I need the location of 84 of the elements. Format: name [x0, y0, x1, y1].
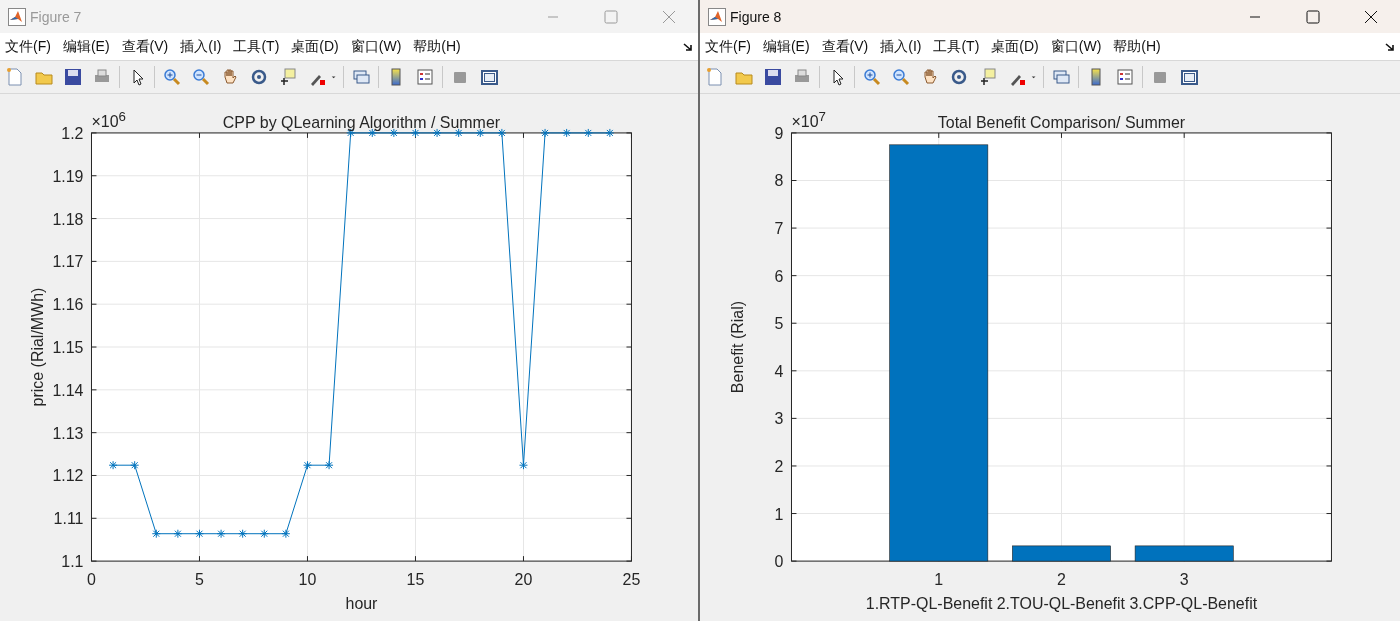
maximize-icon: [604, 9, 618, 24]
maximize-icon: [1306, 9, 1320, 24]
tick-label: 0: [87, 571, 96, 589]
tick-label: 5: [195, 571, 204, 589]
dock-arrow-icon[interactable]: [1384, 40, 1396, 53]
app-logo-icon: [708, 7, 726, 26]
tick-label: 1.2: [61, 124, 84, 142]
y-axis-label: price (Rial/MWh): [28, 287, 46, 407]
axis-exponent: ×10$^{7}$: [791, 108, 826, 132]
tick-label: 20: [514, 571, 533, 589]
tick-label: 1.15: [52, 339, 84, 356]
menu-item[interactable]: 桌面(D): [290, 37, 340, 56]
tick-label: 1.17: [52, 253, 84, 271]
tick-label: 1.14: [52, 381, 84, 399]
tick-label: 2: [1057, 571, 1066, 589]
tick-label: 15: [406, 571, 425, 589]
tick-label: 0: [774, 553, 784, 571]
tick-label: 1: [774, 505, 784, 523]
menu-item[interactable]: 编辑(E): [61, 37, 111, 56]
chart-title: Total Benefit Comparison/ Summer: [937, 113, 1186, 131]
window-title: Figure 8: [730, 8, 783, 25]
x-axis-label: hour: [345, 595, 378, 612]
tick-label: 5: [774, 315, 784, 333]
dock-arrow-icon[interactable]: [682, 40, 694, 53]
tick-label: 3: [774, 410, 784, 428]
tick-label: 1.11: [53, 510, 84, 528]
x-axis-label: 1.RTP-QL-Benefit 2.TOU-QL-Benefit 3.CPP-QL-Benefit: [865, 595, 1258, 612]
data-point: [151, 529, 161, 539]
data-point: [195, 529, 204, 539]
data-point: [454, 128, 464, 138]
menu-item[interactable]: 插入(I): [879, 37, 923, 56]
menu-item[interactable]: 帮助(H): [412, 37, 462, 56]
menu-item[interactable]: 窗口(W): [349, 37, 403, 56]
menu-item[interactable]: 文件(F): [704, 37, 752, 56]
menu-item[interactable]: 帮助(H): [1112, 37, 1162, 56]
tick-label: 1.18: [52, 210, 84, 228]
tick-label: 1.1: [61, 553, 84, 571]
chart-title: CPP by QLearning Algorithm / Summer: [222, 113, 501, 131]
axis-exponent: ×10$^{6}$: [91, 108, 126, 132]
tick-label: 1.16: [52, 296, 84, 314]
tick-label: 2: [774, 457, 784, 475]
data-point: [475, 128, 485, 138]
tick-label: 7: [774, 220, 784, 238]
data-point: [303, 460, 312, 470]
data-point: [540, 128, 550, 138]
y-axis-label: Benefit (Rial): [728, 300, 746, 394]
tick-label: 25: [622, 571, 641, 589]
menu-item[interactable]: 查看(V): [120, 37, 170, 56]
tick-label: 3: [1179, 571, 1189, 589]
data-point: [259, 529, 269, 539]
data-point: [432, 128, 442, 138]
menu-item[interactable]: 工具(T): [232, 37, 281, 56]
tick-label: 8: [774, 172, 784, 190]
tick-label: 4: [774, 362, 784, 380]
close-icon: [662, 9, 676, 24]
menu-item[interactable]: 编辑(E): [761, 37, 811, 56]
data-point: [173, 529, 183, 539]
tick-label: 10: [298, 571, 317, 589]
tick-label: 1.12: [52, 467, 84, 485]
data-point: [519, 460, 528, 470]
data-point: [281, 529, 291, 539]
tick-label: 6: [774, 267, 784, 285]
data-point: [130, 460, 140, 470]
data-point: [238, 529, 248, 539]
tick-label: 1: [934, 571, 944, 589]
data-point: [497, 128, 507, 138]
window-title: Figure 7: [30, 8, 83, 25]
data-point: [583, 128, 593, 138]
data-point: [324, 460, 334, 470]
menu-item[interactable]: 文件(F): [4, 37, 52, 56]
menu-item[interactable]: 插入(I): [179, 37, 223, 56]
menu-item[interactable]: 桌面(D): [990, 37, 1040, 56]
close-icon: [1364, 9, 1378, 24]
data-point: [605, 128, 615, 138]
menu-item[interactable]: 查看(V): [820, 37, 870, 56]
data-point: [108, 460, 118, 470]
tick-label: 1.13: [52, 424, 84, 442]
menu-item[interactable]: 窗口(W): [1049, 37, 1103, 56]
app-logo-icon: [8, 7, 26, 26]
data-point: [562, 128, 572, 138]
data-point: [216, 529, 226, 539]
tick-label: 9: [774, 124, 784, 142]
menu-item[interactable]: 工具(T): [932, 37, 981, 56]
tick-label: 1.19: [52, 167, 84, 185]
